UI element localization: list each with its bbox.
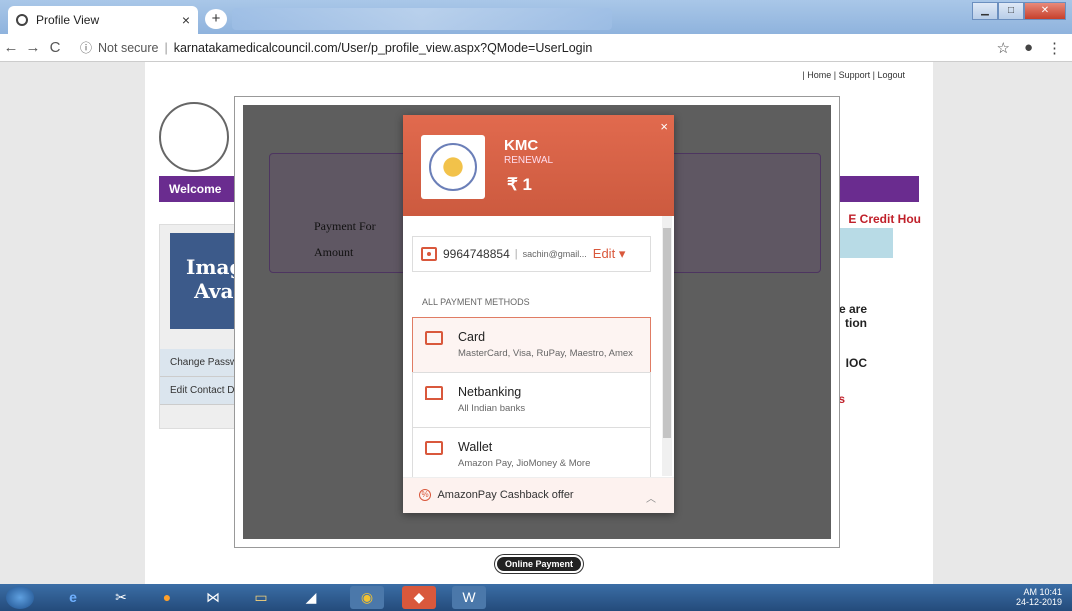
clock-date: 24-12-2019 [1015,597,1062,607]
ie-icon[interactable]: e [56,586,90,609]
method-wallet[interactable]: Wallet Amazon Pay, JioMoney & More [412,427,651,477]
system-clock[interactable]: AM 10:41 24-12-2019 [1016,587,1062,607]
minimize-button[interactable]: ▁ [972,2,998,20]
method-card[interactable]: Card MasterCard, Visa, RuPay, Maestro, A… [412,317,651,373]
contact-phone: 9964748854 [443,247,510,261]
wallet-icon [425,441,443,455]
browser-tab-strip: Profile View × + ▁ □ ✕ [0,0,1072,34]
card-icon [425,331,443,345]
url-field[interactable]: karnatakamedicalcouncil.com/User/p_profi… [174,41,593,55]
chrome-icon[interactable]: ◉ [350,586,384,609]
method-name: Netbanking [458,385,522,399]
top-links[interactable]: | Home | Support | Logout [802,70,905,80]
windows-taskbar: e ✂ ● ⋈ ▭ ◢ ◉ ◆ W AM 10:41 24-12-2019 [0,584,1072,611]
bookmark-star-icon[interactable]: ☆ [996,39,1009,57]
right-text-3: IOC [845,356,867,370]
method-name: Card [458,330,486,344]
chevron-up-icon[interactable]: ︿ [646,490,656,505]
clock-time: AM 10:41 [1023,587,1062,597]
word-icon[interactable]: W [452,586,486,609]
page-favicon-icon [16,14,28,26]
visualstudio-icon[interactable]: ⋈ [196,586,230,609]
council-logo [159,102,229,172]
right-text-1: e are [838,302,867,316]
reload-icon[interactable]: C [44,39,66,56]
offer-text: AmazonPay Cashback offer [437,489,574,501]
tools-icon[interactable]: ✂ [104,586,138,609]
method-netbanking[interactable]: Netbanking All Indian banks [412,372,651,428]
chevron-down-icon: ▾ [618,246,626,261]
start-button[interactable] [6,586,34,609]
edit-contact-button[interactable]: Edit ▾ [593,246,626,262]
address-bar: ← → C ⓘ Not secure | karnatakamedicalcou… [0,34,1072,62]
method-desc: Amazon Pay, JioMoney & More [458,458,591,469]
app-icon[interactable]: ◢ [294,586,328,609]
methods-scrollbar[interactable] [662,216,672,476]
merchant-subtitle: RENEWAL [504,155,554,166]
credit-hours-heading: E Credit Hou [848,212,921,226]
payment-methods-heading: ALL PAYMENT METHODS [422,297,530,307]
offer-icon: % [419,489,431,502]
forward-icon[interactable]: → [22,39,44,56]
info-icon[interactable]: ⓘ [80,39,92,56]
merchant-logo [421,135,485,199]
checkout-header: KMC RENEWAL ₹ 1 × [403,115,674,216]
method-desc: MasterCard, Visa, RuPay, Maestro, Amex [458,348,633,359]
browser-tab[interactable]: Profile View × [8,6,198,34]
contact-email: sachin@gmail... [522,249,587,259]
payment-amount: ₹ 1 [507,175,532,194]
right-text-2: tion [845,316,867,330]
merchant-name: KMC [504,137,539,154]
new-tab-button[interactable]: + [205,9,227,29]
folder-icon[interactable]: ▭ [244,586,278,609]
back-icon[interactable]: ← [0,39,22,56]
tab-title: Profile View [36,13,100,27]
menu-icon[interactable]: ⋮ [1047,39,1062,57]
anydesk-icon[interactable]: ◆ [402,586,436,609]
window-close-button[interactable]: ✕ [1024,2,1066,20]
security-label: Not secure [98,40,159,55]
contact-details: 9964748854 | sachin@gmail... Edit ▾ [412,236,651,272]
scrollbar-thumb[interactable] [663,228,671,438]
method-name: Wallet [458,440,493,454]
tab-close-button[interactable]: × [182,12,190,28]
bank-icon [425,386,443,400]
method-desc: All Indian banks [458,403,526,414]
firefox-icon[interactable]: ● [150,586,184,609]
window-controls: ▁ □ ✕ [972,2,1066,20]
modal-close-button[interactable]: × [660,119,668,134]
background-windows [232,8,612,30]
offer-bar[interactable]: % AmazonPay Cashback offer ︿ [403,477,674,513]
profile-icon[interactable]: ● [1024,39,1033,57]
seal-icon [429,143,477,191]
online-payment-button[interactable]: Online Payment [495,555,584,573]
checkout-body: 9964748854 | sachin@gmail... Edit ▾ ALL … [403,216,674,477]
amount-label: Amount [314,245,354,259]
payment-for-label: Payment For [314,219,376,233]
checkout-modal: KMC RENEWAL ₹ 1 × 9964748854 | sachin@gm… [403,115,674,513]
welcome-text: Welcome [169,182,222,196]
maximize-button[interactable]: □ [998,2,1024,20]
user-icon [421,247,437,261]
url-separator: | [164,40,168,55]
